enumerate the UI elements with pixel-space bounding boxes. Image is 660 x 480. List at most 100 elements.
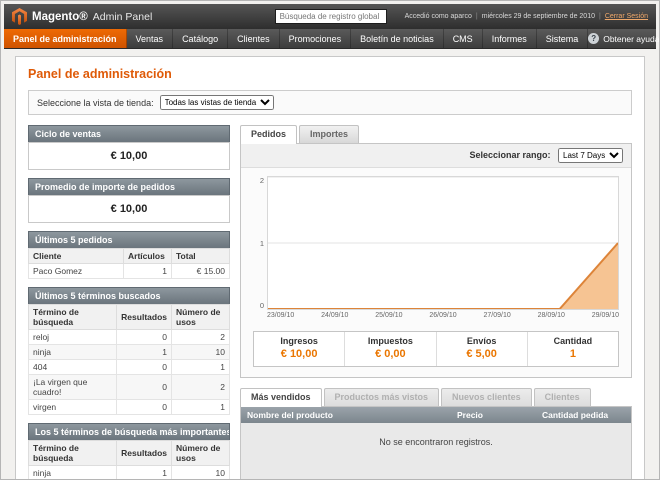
search-term-row[interactable]: 404 0 1	[29, 360, 230, 375]
search-term-row[interactable]: ¡La virgen que cuadro! 0 2	[29, 375, 230, 400]
search-term-row[interactable]: ninja 1 10	[29, 345, 230, 360]
last-orders-box: Últimos 5 pedidos Cliente Artículos Tota…	[28, 231, 230, 279]
cell-total: € 15.00	[172, 264, 230, 279]
x-axis-tick-label: 24/09/10	[321, 312, 348, 319]
empty-records-message: No se encontraron registros.	[241, 423, 631, 480]
top-search-terms-table: Término de búsqueda Resultados Número de…	[28, 440, 230, 480]
stat-value: € 10,00	[256, 348, 342, 360]
col-header-qty: Cantidad pedida	[536, 407, 631, 423]
x-axis-tick-label: 25/09/10	[375, 312, 402, 319]
nav-item-sistema[interactable]: Sistema	[537, 29, 589, 48]
product-grid-header: Nombre del producto Precio Cantidad pedi…	[241, 407, 631, 423]
nav-item-dashboard[interactable]: Panel de administración	[4, 29, 127, 48]
header-bar: Magento® Admin Panel Accedió como aparco…	[4, 4, 656, 29]
sales-cycle-title: Ciclo de ventas	[28, 125, 230, 142]
stat-label: Envíos	[439, 336, 525, 346]
tab-nuevos-clientes[interactable]: Nuevos clientes	[441, 388, 532, 406]
tab-productos-mas-vistos[interactable]: Productos más vistos	[324, 388, 440, 406]
sales-cycle-value: € 10,00	[28, 142, 230, 170]
dashboard-main: Pedidos Importes Seleccionar rango: Last…	[240, 125, 632, 480]
cell-items: 1	[124, 264, 172, 279]
cell-customer: Paco Gomez	[29, 264, 124, 279]
chart-grid	[268, 177, 618, 243]
logged-in-text: Accedió como aparco	[405, 13, 472, 20]
col-header-product-name: Nombre del producto	[241, 407, 451, 423]
stat-value: € 0,00	[347, 348, 433, 360]
nav-item-cms[interactable]: CMS	[444, 29, 483, 48]
session-info: Accedió como aparco | miércoles 29 de se…	[405, 13, 648, 20]
x-axis-tick-label: 28/09/10	[538, 312, 565, 319]
stat-cantidad: Cantidad 1	[527, 332, 618, 366]
search-term-row[interactable]: reloj 0 2	[29, 330, 230, 345]
tab-clientes[interactable]: Clientes	[534, 388, 591, 406]
stat-impuestos: Impuestos € 0,00	[344, 332, 435, 366]
y-axis-tick-label: 0	[253, 301, 264, 310]
x-axis-tick-label: 23/09/10	[267, 312, 294, 319]
store-switcher: Seleccione la vista de tienda: Todas las…	[28, 90, 632, 115]
col-header-cliente: Cliente	[29, 249, 124, 264]
col-header-price: Precio	[451, 407, 536, 423]
cell-uses: 2	[172, 330, 230, 345]
stat-label: Impuestos	[347, 336, 433, 346]
help-link[interactable]: ? Obtener ayuda para esta página	[588, 29, 660, 48]
brand-suffix: Admin Panel	[93, 11, 153, 23]
tab-pedidos[interactable]: Pedidos	[240, 125, 297, 144]
tab-mas-vendidos[interactable]: Más vendidos	[240, 388, 322, 407]
last-search-terms-table: Término de búsqueda Resultados Número de…	[28, 304, 230, 415]
search-term-row[interactable]: ninja 1 10	[29, 466, 230, 480]
grid-tabs: Más vendidos Productos más vistos Nuevos…	[240, 388, 632, 406]
cell-term: ninja	[29, 345, 117, 360]
chart-svg	[268, 177, 618, 309]
stat-value: 1	[530, 348, 616, 360]
cell-term: virgen	[29, 400, 117, 415]
chart-x-labels: 23/09/1024/09/1025/09/1026/09/1027/09/10…	[267, 310, 619, 319]
current-date: miércoles 29 de septiembre de 2010	[482, 13, 595, 20]
nav-item-catalogo[interactable]: Catálogo	[173, 29, 228, 48]
cell-uses: 10	[172, 466, 230, 480]
col-header-term: Término de búsqueda	[29, 305, 117, 330]
orders-chart: 210 23/09/10 24/09/10 25/09/10 26/09/10	[241, 168, 631, 323]
sales-cycle-box: Ciclo de ventas € 10,00	[28, 125, 230, 170]
table-header-row: Término de búsqueda Resultados Número de…	[29, 305, 230, 330]
cell-results: 0	[117, 400, 172, 415]
last-orders-title: Últimos 5 pedidos	[28, 231, 230, 248]
range-label: Seleccionar rango:	[469, 150, 550, 160]
nav-item-boletin[interactable]: Boletín de noticias	[351, 29, 444, 48]
nav-item-ventas[interactable]: Ventas	[127, 29, 174, 48]
nav-item-informes[interactable]: Informes	[483, 29, 537, 48]
magento-logo-icon	[12, 8, 27, 25]
page-title: Panel de administración	[28, 67, 632, 81]
range-select[interactable]: Last 7 Days	[558, 148, 623, 163]
col-header-uses: Número de usos	[172, 305, 230, 330]
col-header-uses: Número de usos	[172, 441, 230, 466]
chart-y-labels: 210	[253, 176, 267, 310]
dashboard-columns: Ciclo de ventas € 10,00 Promedio de impo…	[28, 125, 632, 480]
store-switcher-label: Seleccione la vista de tienda:	[37, 98, 154, 108]
avg-order-box: Promedio de importe de pedidos € 10,00	[28, 178, 230, 223]
search-term-row[interactable]: virgen 0 1	[29, 400, 230, 415]
nav-item-clientes[interactable]: Clientes	[228, 29, 280, 48]
cell-uses: 10	[172, 345, 230, 360]
store-view-select[interactable]: Todas las vistas de tienda	[160, 95, 274, 110]
col-header-results: Resultados	[117, 305, 172, 330]
cell-term: ninja	[29, 466, 117, 480]
tab-importes[interactable]: Importes	[299, 125, 359, 143]
logout-link[interactable]: Cerrar Sesión	[605, 13, 648, 20]
stat-ingresos: Ingresos € 10,00	[254, 332, 344, 366]
stat-envios: Envíos € 5,00	[436, 332, 527, 366]
content-wrapper: Panel de administración Seleccione la vi…	[4, 49, 656, 480]
cell-term: reloj	[29, 330, 117, 345]
cell-results: 0	[117, 375, 172, 400]
nav-item-promociones[interactable]: Promociones	[280, 29, 352, 48]
global-search-input[interactable]	[275, 9, 387, 24]
separator: |	[599, 13, 601, 20]
col-header-total: Total	[172, 249, 230, 264]
diagram-tabs: Pedidos Importes	[240, 125, 632, 143]
col-header-articulos: Artículos	[124, 249, 172, 264]
order-row[interactable]: Paco Gomez 1 € 15.00	[29, 264, 230, 279]
brand-name: Magento®	[32, 11, 88, 23]
x-axis-tick-label: 26/09/10	[429, 312, 456, 319]
brand: Magento® Admin Panel	[12, 8, 152, 25]
product-grid: Nombre del producto Precio Cantidad pedi…	[240, 406, 632, 480]
orders-panel: Seleccionar rango: Last 7 Days 210	[240, 143, 632, 378]
